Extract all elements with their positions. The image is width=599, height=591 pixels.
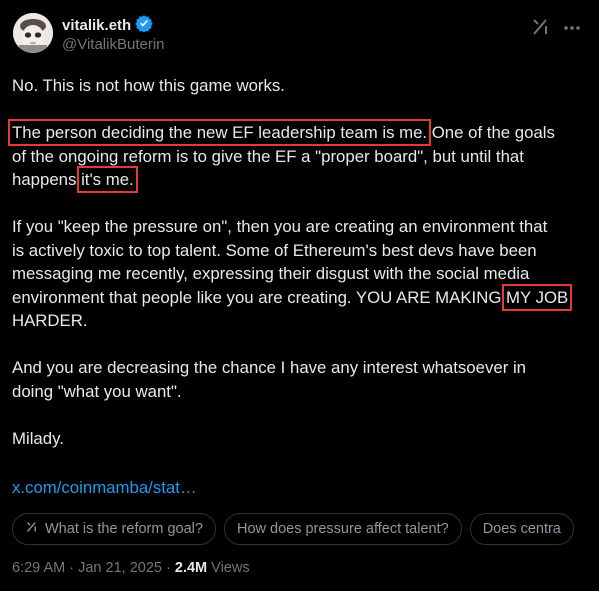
quoted-post-link[interactable]: x.com/coinmamba/stat… xyxy=(12,478,197,498)
chip-pressure-talent[interactable]: How does pressure affect talent? xyxy=(223,513,462,545)
chip-centra[interactable]: Does centra xyxy=(469,513,574,545)
suggestion-chips: What is the reform goal? How does pressu… xyxy=(12,513,587,545)
post-meta: 6:29 AM · Jan 21, 2025 · 2.4M Views xyxy=(12,560,250,576)
post-line: And you are decreasing the chance I have… xyxy=(12,358,527,377)
chip-label: What is the reform goal? xyxy=(45,521,203,537)
post-date[interactable]: Jan 21, 2025 xyxy=(78,560,162,576)
post-line: doing "what you want". xyxy=(12,381,182,401)
post-line: Milady. xyxy=(12,428,64,448)
grok-icon[interactable] xyxy=(530,16,552,38)
post-time[interactable]: 6:29 AM xyxy=(12,560,65,576)
post-line: HARDER. xyxy=(12,311,88,330)
highlight-leadership: The person deciding the new EF leadershi… xyxy=(7,119,432,146)
post-text: No. This is not how this game works. The… xyxy=(7,74,587,450)
grok-icon xyxy=(25,520,39,538)
post-line: is actively toxic to top talent. Some of… xyxy=(12,240,537,260)
highlight-my-job: MY JOB xyxy=(502,283,573,311)
post-line: of the ongoing reform is to give the EF … xyxy=(12,146,524,166)
chip-reform-goal[interactable]: What is the reform goal? xyxy=(12,513,216,545)
more-icon[interactable] xyxy=(562,18,582,38)
author-name-row[interactable]: vitalik.eth xyxy=(62,14,153,37)
highlight-its-me: it's me. xyxy=(77,166,138,193)
chip-label: Does centra xyxy=(482,521,561,537)
chip-label: How does pressure affect talent? xyxy=(236,521,449,537)
post-line: If you "keep the pressure on", then you … xyxy=(12,217,548,236)
post-line: environment that people like you are cre… xyxy=(12,287,507,307)
avatar[interactable] xyxy=(13,13,53,53)
post-line: No. This is not how this game works. xyxy=(12,76,285,95)
author-handle[interactable]: @VitalikButerin xyxy=(62,36,165,53)
meta-separator: · xyxy=(166,560,171,576)
post-line: One of the goals xyxy=(427,123,555,142)
post-line: happens xyxy=(12,170,82,189)
verified-badge-icon xyxy=(135,14,153,37)
display-name[interactable]: vitalik.eth xyxy=(62,17,131,34)
views-label: Views xyxy=(211,560,250,576)
meta-separator: · xyxy=(69,560,75,576)
post-line: messaging me recently, expressing their … xyxy=(12,264,530,283)
views-count: 2.4M xyxy=(174,560,208,576)
tweet: vitalik.eth @VitalikButerin No. This is … xyxy=(0,0,599,591)
